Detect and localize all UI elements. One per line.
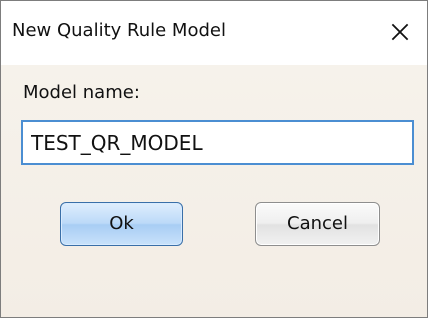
dialog-titlebar: New Quality Rule Model [1,1,427,65]
close-icon [391,23,409,41]
model-name-label: Model name: [23,82,140,103]
close-button[interactable] [385,17,415,47]
model-name-input[interactable] [21,120,414,165]
ok-button[interactable]: Ok [60,202,183,246]
dialog-content: Model name: Ok Cancel [1,65,427,317]
dialog-title: New Quality Rule Model [12,20,226,41]
new-quality-rule-model-dialog: New Quality Rule Model Model name: Ok Ca… [0,0,428,318]
cancel-button[interactable]: Cancel [255,202,380,246]
